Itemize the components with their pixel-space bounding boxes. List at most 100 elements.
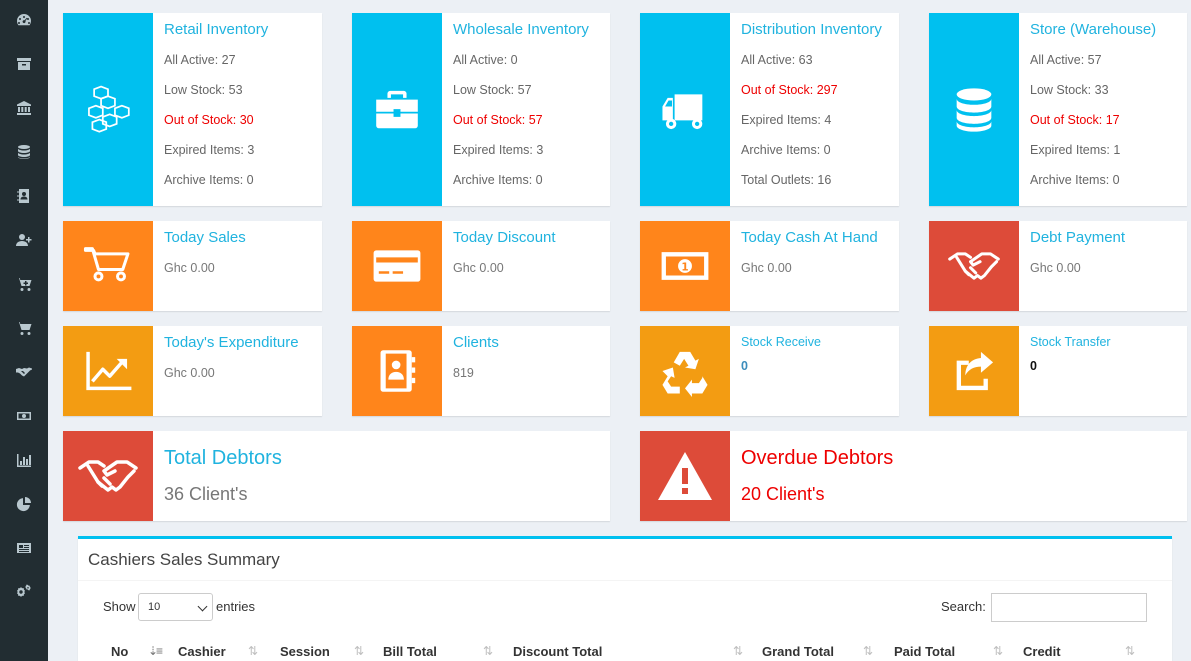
store-warehouse-card[interactable]: Store (Warehouse) All Active: 57 Low Sto… xyxy=(929,13,1187,206)
archive-icon[interactable] xyxy=(14,54,34,74)
handshake-icon xyxy=(948,252,1000,280)
column-header-cashier[interactable]: Cashier xyxy=(178,644,226,659)
sort-icon[interactable]: ⇅ xyxy=(733,644,743,658)
show-label: Show xyxy=(103,599,136,614)
stat-archive-items: Archive Items: 0 xyxy=(164,173,254,187)
stat-all-active: All Active: 0 xyxy=(453,53,518,67)
line-chart-icon xyxy=(86,351,132,391)
stat-all-active: All Active: 57 xyxy=(1030,53,1102,67)
pie-chart-icon[interactable] xyxy=(14,494,34,514)
card-title: Stock Receive xyxy=(741,335,821,349)
address-book-icon xyxy=(380,350,416,392)
card-title: Distribution Inventory xyxy=(741,21,882,38)
card-title: Store (Warehouse) xyxy=(1030,21,1157,38)
warning-icon xyxy=(658,452,712,500)
card-title: Clients xyxy=(453,334,499,351)
today-expenditure-card[interactable]: Today's Expenditure Ghc 0.00 xyxy=(63,326,322,416)
card-title: Stock Transfer xyxy=(1030,335,1111,349)
column-header-bill-total[interactable]: Bill Total xyxy=(383,644,437,659)
sidebar xyxy=(0,0,48,661)
card-value: Ghc 0.00 xyxy=(453,261,504,275)
total-debtors-card[interactable]: Total Debtors 36 Client's xyxy=(63,431,610,521)
entries-label: entries xyxy=(216,599,256,614)
handshake-icon xyxy=(78,460,138,492)
debt-payment-card[interactable]: Debt Payment Ghc 0.00 xyxy=(929,221,1187,311)
today-cash-card[interactable]: 1 Today Cash At Hand Ghc 0.00 xyxy=(640,221,899,311)
entries-length-select[interactable]: 10 xyxy=(138,593,213,621)
recycle-icon xyxy=(662,351,708,397)
clients-card[interactable]: Clients 819 xyxy=(352,326,610,416)
money-icon[interactable] xyxy=(14,406,34,426)
sort-icon[interactable]: ⇅ xyxy=(863,644,873,658)
card-title: Retail Inventory xyxy=(164,21,269,38)
search-label: Search: xyxy=(941,599,986,614)
stat-all-active: All Active: 63 xyxy=(741,53,813,67)
card-value: 0 xyxy=(1030,359,1037,373)
handshake-icon[interactable] xyxy=(14,362,34,382)
stat-expired-items: Expired Items: 1 xyxy=(1030,143,1121,157)
share-icon xyxy=(956,351,994,391)
retail-inventory-card[interactable]: Retail Inventory All Active: 27 Low Stoc… xyxy=(63,13,322,206)
sort-icon[interactable]: ⇅ xyxy=(248,644,258,658)
money-bill-icon: 1 xyxy=(661,252,709,280)
newspaper-icon[interactable] xyxy=(14,538,34,558)
column-header-grand-total[interactable]: Grand Total xyxy=(762,644,834,659)
stat-out-of-stock: Out of Stock: 17 xyxy=(1030,113,1120,127)
bank-icon[interactable] xyxy=(14,98,34,118)
stock-transfer-card[interactable]: Stock Transfer 0 xyxy=(929,326,1187,416)
card-title: Wholesale Inventory xyxy=(453,21,589,38)
card-value: 20 Client's xyxy=(741,484,825,504)
today-sales-card[interactable]: Today Sales Ghc 0.00 xyxy=(63,221,322,311)
stock-receive-card[interactable]: Stock Receive 0 xyxy=(640,326,899,416)
stat-archive-items: Archive Items: 0 xyxy=(453,173,543,187)
cogs-icon[interactable] xyxy=(14,582,34,602)
contact-book-icon[interactable] xyxy=(14,186,34,206)
stat-low-stock: Low Stock: 33 xyxy=(1030,83,1109,97)
column-header-no[interactable]: No xyxy=(111,644,128,659)
cashiers-sales-summary-panel: Cashiers Sales Summary Show 10 entries S… xyxy=(78,536,1172,661)
sort-icon[interactable]: ⇅ xyxy=(1125,644,1135,658)
card-title: Debt Payment xyxy=(1030,229,1126,246)
stat-out-of-stock: Out of Stock: 57 xyxy=(453,113,543,127)
card-value: Ghc 0.00 xyxy=(741,261,792,275)
column-header-discount-total[interactable]: Discount Total xyxy=(513,644,602,659)
cart-icon[interactable] xyxy=(14,318,34,338)
card-title: Total Debtors xyxy=(164,447,282,469)
card-value: 36 Client's xyxy=(164,484,248,504)
search-input[interactable] xyxy=(991,593,1147,622)
chevron-down-icon xyxy=(197,601,208,612)
column-header-paid-total[interactable]: Paid Total xyxy=(894,644,955,659)
bar-chart-icon[interactable] xyxy=(14,450,34,470)
sort-asc-icon[interactable]: ⇣≡ xyxy=(148,644,163,658)
card-title: Today's Expenditure xyxy=(164,334,299,351)
today-discount-card[interactable]: Today Discount Ghc 0.00 xyxy=(352,221,610,311)
sort-icon[interactable]: ⇅ xyxy=(483,644,493,658)
column-header-session[interactable]: Session xyxy=(280,644,330,659)
truck-icon xyxy=(662,93,703,129)
credit-card-icon xyxy=(373,250,421,282)
card-title: Today Sales xyxy=(164,229,246,246)
stat-archive-items: Archive Items: 0 xyxy=(1030,173,1120,187)
stat-archive-items: Archive Items: 0 xyxy=(741,143,831,157)
briefcase-icon xyxy=(376,90,418,128)
add-user-icon[interactable] xyxy=(14,230,34,250)
stat-expired-items: Expired Items: 3 xyxy=(164,143,255,157)
database-icon[interactable] xyxy=(14,142,34,162)
column-header-credit[interactable]: Credit xyxy=(1023,644,1061,659)
shopping-cart-icon xyxy=(83,247,130,282)
distribution-inventory-card[interactable]: Distribution Inventory All Active: 63 Ou… xyxy=(640,13,899,206)
stat-out-of-stock: Out of Stock: 297 xyxy=(741,83,838,97)
card-title: Today Discount xyxy=(453,229,556,246)
sort-icon[interactable]: ⇅ xyxy=(354,644,364,658)
dashboard-icon[interactable] xyxy=(14,10,34,30)
stat-low-stock: Low Stock: 53 xyxy=(164,83,243,97)
stat-total-outlets: Total Outlets: 16 xyxy=(741,173,832,187)
wholesale-inventory-card[interactable]: Wholesale Inventory All Active: 0 Low St… xyxy=(352,13,610,206)
sort-icon[interactable]: ⇅ xyxy=(993,644,1003,658)
database-icon xyxy=(956,87,992,132)
stat-expired-items: Expired Items: 3 xyxy=(453,143,544,157)
card-title: Overdue Debtors xyxy=(741,447,894,469)
cart-plus-icon[interactable] xyxy=(14,274,34,294)
panel-title: Cashiers Sales Summary xyxy=(88,550,280,569)
overdue-debtors-card[interactable]: Overdue Debtors 20 Client's xyxy=(640,431,1187,521)
